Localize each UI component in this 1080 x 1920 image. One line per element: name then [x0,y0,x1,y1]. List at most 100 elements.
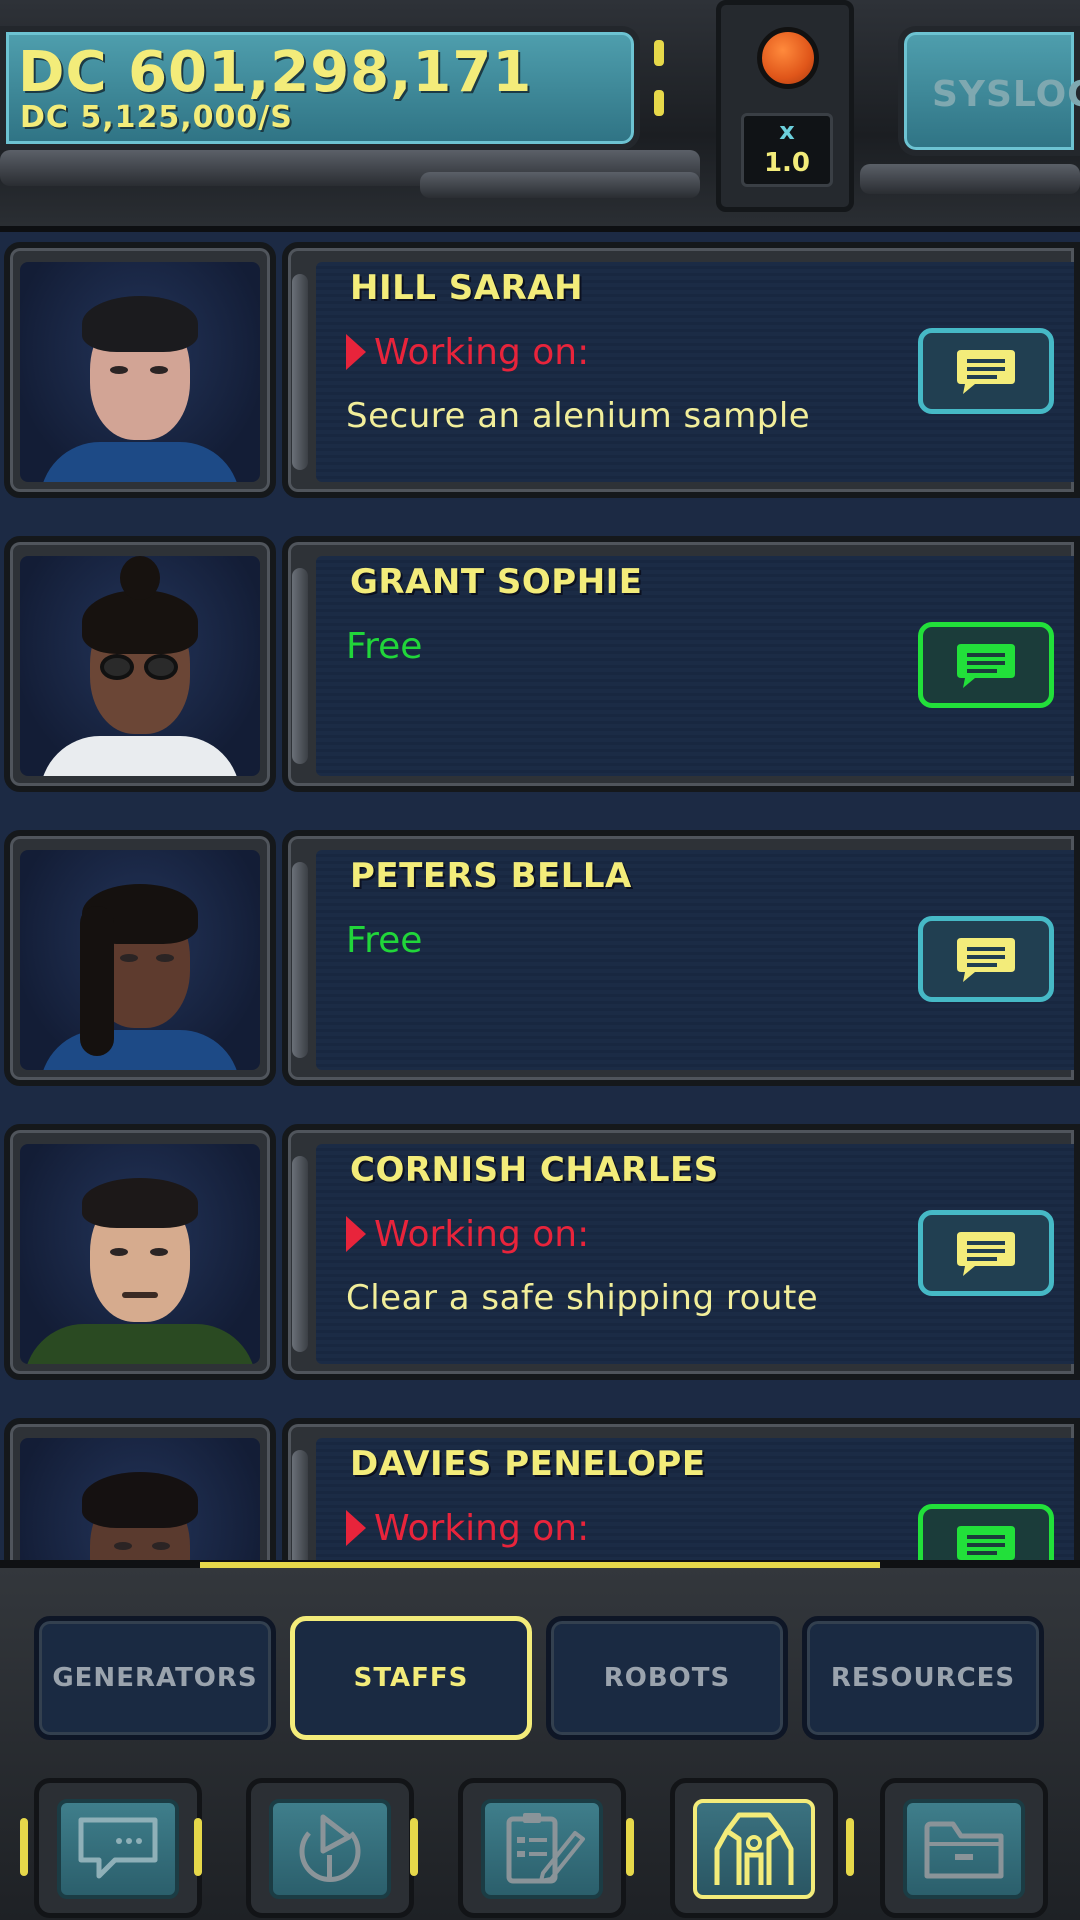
speed-readout: x 1.0 [741,113,833,187]
nav-progress-button[interactable] [246,1778,414,1918]
avatar-hair [82,1472,198,1528]
staff-name: PETERS BELLA [350,856,632,896]
staff-task: Clear a safe shipping route [346,1278,819,1318]
staff-portrait-frame [4,242,276,498]
avatar-body [40,442,240,482]
yellow-stud [626,1818,634,1876]
avatar-moustache [122,1292,158,1298]
staff-card: CORNISH CHARLES Working on: Clear a safe… [0,1114,1080,1390]
tab-generators[interactable]: GENERATORS [34,1616,276,1740]
tab-resources[interactable]: RESOURCES [802,1616,1044,1740]
staff-name: GRANT SOPHIE [350,562,643,602]
syslog-label: SYSLOG [932,74,1080,115]
nav-tasks-button[interactable] [458,1778,626,1918]
working-label: Working on: [374,1507,590,1549]
avatar-hair-side [80,906,114,1056]
avatar [20,1144,260,1364]
chat-bubble-icon [957,1232,1015,1276]
working-label: Working on: [374,1213,590,1255]
staff-card: DAVIES PENELOPE Working on: [0,1408,1080,1572]
currency-rate: DC 5,125,000/S [20,100,293,135]
free-label: Free [346,919,423,961]
staff-card: HILL SARAH Working on: Secure an alenium… [0,232,1080,508]
chat-bubble-icon [957,644,1015,688]
staff-chat-button[interactable] [918,916,1054,1002]
staff-status: Working on: [346,330,589,374]
nav-icon-screen [693,1799,815,1899]
staff-card: PETERS BELLA Free [0,820,1080,1096]
avatar-eye [120,954,138,962]
main-nav-bar [0,1764,1080,1920]
staff-status: Free [346,624,422,668]
working-label: Working on: [374,331,590,373]
yellow-stud [410,1818,418,1876]
working-arrow-icon [346,1510,366,1546]
category-tabs: GENERATORS STAFFS ROBOTS RESOURCES [20,1616,1060,1740]
avatar-eye [114,1542,132,1550]
panel-rail [292,1156,308,1352]
hud-pipe [860,164,1080,194]
staff-card: GRANT SOPHIE Free [0,526,1080,802]
staff-portrait-frame [4,1418,276,1572]
staff-name: CORNISH CHARLES [350,1150,719,1190]
currency-panel: DC 601,298,171 DC 5,125,000/S [0,26,640,150]
currency-total: DC 601,298,171 [18,40,533,105]
chat-bubble-icon [957,938,1015,982]
avatar [20,556,260,776]
avatar-eye [150,366,168,374]
working-arrow-icon [346,1216,366,1252]
clipboard-edit-icon [506,1813,585,1884]
free-label: Free [346,625,423,667]
staff-list[interactable]: HILL SARAH Working on: Secure an alenium… [0,232,1080,1572]
glasses-lens [144,654,178,680]
panel-rail [292,862,308,1058]
nav-chat-button[interactable] [34,1778,202,1918]
refresh-play-icon [299,1814,361,1883]
chat-bubble-icon [957,350,1015,394]
syslog-button[interactable]: SYSLOG [898,26,1080,156]
avatar-hair [82,296,198,352]
avatar [20,262,260,482]
staff-portrait-frame [4,1124,276,1380]
tab-staffs[interactable]: STAFFS [290,1616,532,1740]
yellow-stud [654,90,664,116]
avatar-body [24,1324,256,1364]
avatar-eye [150,1248,168,1256]
avatar [20,850,260,1070]
staff-chat-button[interactable] [918,328,1054,414]
nav-staff-button[interactable] [670,1778,838,1918]
nav-accent-line [200,1562,880,1568]
hud-pipe [420,172,700,198]
panel-rail [292,568,308,764]
yellow-stud [654,40,664,66]
tab-robots[interactable]: ROBOTS [546,1616,788,1740]
staff-chat-button[interactable] [918,1210,1054,1296]
staff-name: HILL SARAH [350,268,584,308]
yellow-stud [20,1818,28,1876]
top-hud: DC 601,298,171 DC 5,125,000/S x 1.0 SYSL… [0,0,1080,232]
nav-icon-screen [57,1799,179,1899]
speed-toggle-button[interactable] [757,27,819,89]
panel-rail [292,1450,308,1572]
folder-icon [924,1821,1004,1879]
staff-chat-button[interactable] [918,622,1054,708]
nav-icon-screen [481,1799,603,1899]
avatar-body [40,1030,240,1070]
yellow-stud [846,1818,854,1876]
avatar [20,1438,260,1572]
avatar-eye [156,954,174,962]
bottom-navigation: GENERATORS STAFFS ROBOTS RESOURCES [0,1560,1080,1920]
panel-rail [292,274,308,470]
staff-name: DAVIES PENELOPE [350,1444,706,1484]
nav-icon-screen [903,1799,1025,1899]
staff-portrait-frame [4,536,276,792]
nav-folder-button[interactable] [880,1778,1048,1918]
staff-portrait-frame [4,830,276,1086]
yellow-stud [194,1818,202,1876]
speed-control: x 1.0 [716,0,854,212]
speed-multiplier-value: 1.0 [763,148,811,178]
staff-task: Secure an alenium sample [346,396,811,436]
avatar-body [40,736,240,776]
staff-gate-icon [714,1812,794,1885]
avatar-eye [152,1542,170,1550]
